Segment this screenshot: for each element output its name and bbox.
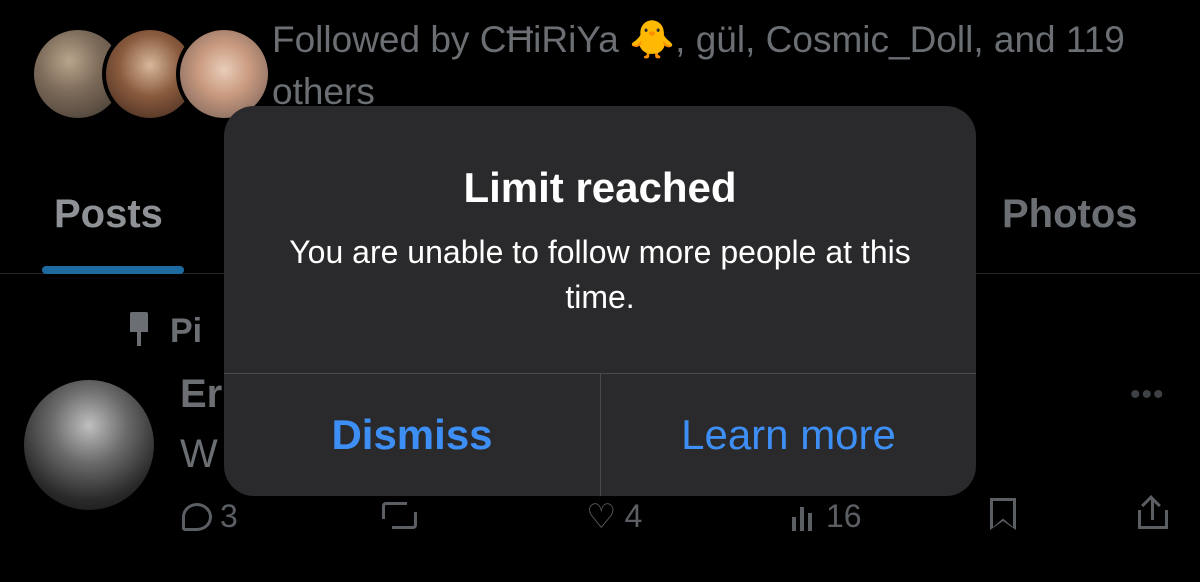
views-count: 16 [826, 498, 862, 534]
views-button[interactable]: 16 [790, 498, 862, 535]
limit-reached-alert: Limit reached You are unable to follow m… [224, 106, 976, 496]
more-options-icon[interactable]: ••• [1130, 378, 1165, 412]
tab-posts[interactable]: Posts [54, 192, 163, 237]
post-text: W [180, 432, 218, 476]
alert-title: Limit reached [463, 164, 737, 211]
active-tab-indicator [42, 266, 184, 274]
learn-more-button[interactable]: Learn more [601, 374, 976, 496]
dismiss-button[interactable]: Dismiss [224, 374, 600, 496]
heart-icon: ♡ [586, 497, 617, 536]
reply-icon [182, 502, 212, 531]
reply-button[interactable]: 3 [182, 498, 238, 535]
bookmark-button[interactable] [990, 498, 1016, 530]
pinned-label: Pi [124, 312, 202, 351]
bookmark-icon [990, 498, 1016, 530]
repost-button[interactable] [382, 498, 417, 532]
alert-message: You are unable to follow more people at … [289, 234, 911, 315]
tab-photos[interactable]: Photos [1002, 192, 1138, 237]
pin-icon [124, 312, 154, 346]
reply-count: 3 [220, 498, 238, 534]
like-count: 4 [624, 498, 643, 534]
post-actions: 3 ♡ 4 16 [0, 495, 1200, 548]
pinned-text: Pi [170, 312, 203, 350]
share-icon [1138, 495, 1168, 530]
post-author-name[interactable]: Er [180, 372, 222, 417]
followed-by-text[interactable]: Followed by CĦiRiYa 🐥, gül, Cosmic_Doll,… [272, 14, 1162, 118]
post-author-avatar[interactable] [24, 380, 154, 510]
views-icon [790, 503, 818, 531]
repost-icon [382, 498, 417, 532]
followers-avatars[interactable] [30, 26, 272, 122]
like-button[interactable]: ♡ 4 [586, 498, 642, 535]
share-button[interactable] [1138, 495, 1168, 530]
